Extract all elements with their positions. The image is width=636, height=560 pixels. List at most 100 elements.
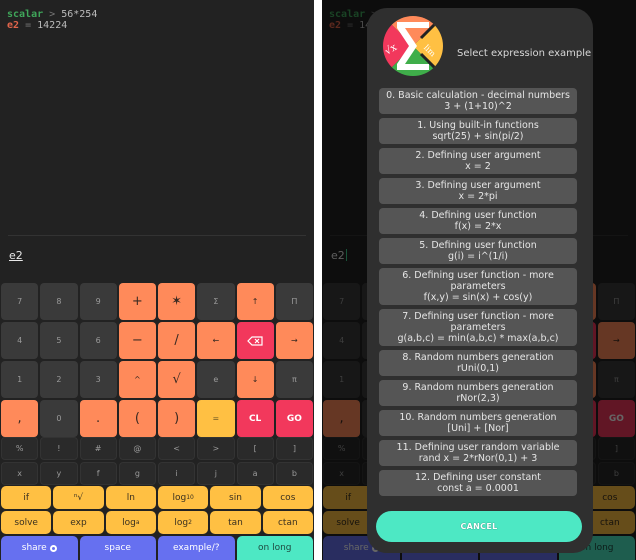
- key-comma[interactable]: ,: [1, 400, 39, 437]
- key-4[interactable]: 4: [1, 322, 39, 359]
- function-label: exp: [70, 517, 87, 528]
- key-minus[interactable]: −: [118, 322, 156, 359]
- key-right[interactable]: →: [275, 322, 313, 359]
- function-label: tan: [228, 517, 243, 528]
- key-9[interactable]: 9: [79, 283, 117, 320]
- key-rparen[interactable]: ): [158, 400, 196, 437]
- key-3[interactable]: 3: [79, 361, 117, 398]
- key-8[interactable]: 8: [40, 283, 78, 320]
- symbol-key[interactable]: ]: [275, 437, 313, 460]
- example-item[interactable]: 1. Using built-in functions sqrt(25) + si…: [379, 118, 577, 144]
- example-item[interactable]: 3. Defining user argument x = 2*pi: [379, 178, 577, 204]
- key-dot[interactable]: .: [79, 400, 117, 437]
- share-icon: [49, 544, 57, 552]
- symbol-key[interactable]: >: [197, 437, 235, 460]
- example-item[interactable]: 0. Basic calculation - decimal numbers 3 …: [379, 88, 577, 114]
- example-title: 1. Using built-in functions: [417, 120, 539, 131]
- key-plus[interactable]: +: [118, 283, 156, 320]
- example-item[interactable]: 11. Defining user random variable rand x …: [379, 440, 577, 466]
- symbol-key[interactable]: i: [158, 462, 196, 485]
- key-pi[interactable]: π: [275, 361, 313, 398]
- symbol-key[interactable]: %: [1, 437, 39, 460]
- function-key-sin[interactable]: sin: [210, 486, 261, 509]
- symbol-key[interactable]: f: [79, 462, 117, 485]
- example-help-button[interactable]: example/?: [158, 536, 235, 560]
- example-item[interactable]: 2. Defining user argument x = 2: [379, 148, 577, 174]
- example-title: 5. Defining user function: [419, 240, 537, 251]
- example-expression: rUni(0,1): [456, 363, 500, 374]
- prompt-separator: >: [49, 9, 56, 20]
- cancel-button[interactable]: CANCEL: [376, 511, 582, 542]
- function-subscript: 10: [186, 494, 194, 501]
- function-key-tan[interactable]: tan: [210, 511, 261, 534]
- example-expression: [Uni] + [Nor]: [447, 423, 509, 434]
- example-expression: rNor(2,3): [456, 393, 500, 404]
- space-button[interactable]: space: [79, 536, 156, 560]
- symbol-key[interactable]: x: [1, 462, 39, 485]
- symbol-key[interactable]: @: [118, 437, 156, 460]
- key-lparen[interactable]: (: [118, 400, 156, 437]
- function-key-symbol[interactable]: ⁿ√: [53, 486, 104, 509]
- key-cl[interactable]: CL: [236, 400, 274, 437]
- key-2[interactable]: 2: [40, 361, 78, 398]
- function-key-exp[interactable]: exp: [53, 511, 104, 534]
- key-down[interactable]: ↓: [236, 361, 274, 398]
- example-expression: 3 + (1+10)^2: [444, 101, 512, 112]
- expression-input[interactable]: e2: [9, 249, 23, 262]
- symbol-key[interactable]: g: [118, 462, 156, 485]
- function-key-ctan[interactable]: ctan: [262, 511, 313, 534]
- example-item[interactable]: 6. Defining user function - more paramet…: [379, 268, 577, 305]
- example-item[interactable]: 10. Random numbers generation [Uni] + [No…: [379, 410, 577, 436]
- symbol-key[interactable]: j: [197, 462, 235, 485]
- function-key-loga[interactable]: loga: [105, 511, 156, 534]
- function-label: log: [172, 492, 187, 503]
- symbol-key[interactable]: a: [236, 462, 274, 485]
- example-item[interactable]: 5. Defining user function g(i) = i^(1/i): [379, 238, 577, 264]
- function-key-cos[interactable]: cos: [262, 486, 313, 509]
- function-key-log10[interactable]: log10: [157, 486, 209, 509]
- share-button[interactable]: share: [1, 536, 78, 560]
- backspace-key[interactable]: [236, 322, 274, 359]
- key-0[interactable]: 0: [40, 400, 78, 437]
- symbol-key[interactable]: <: [158, 437, 196, 460]
- key-product[interactable]: Π: [275, 283, 313, 320]
- symbol-key[interactable]: [: [236, 437, 274, 460]
- example-item[interactable]: 12. Defining user constant const a = 0.00…: [379, 470, 577, 496]
- key-sigma[interactable]: Σ: [197, 283, 235, 320]
- key-left[interactable]: ←: [197, 322, 235, 359]
- example-item[interactable]: 9. Random numbers generation rNor(2,3): [379, 380, 577, 406]
- function-subscript: a: [135, 519, 140, 526]
- function-key-if[interactable]: if: [1, 486, 52, 509]
- key-e[interactable]: e: [197, 361, 235, 398]
- example-dialog: √x lim Select expression example 0. Basi…: [367, 8, 593, 553]
- symbol-key[interactable]: #: [79, 437, 117, 460]
- key-divide[interactable]: /: [158, 322, 196, 359]
- key-6[interactable]: 6: [79, 322, 117, 359]
- symbol-key[interactable]: b: [275, 462, 313, 485]
- function-key-solve[interactable]: solve: [1, 511, 52, 534]
- key-multiply[interactable]: ✶: [158, 283, 196, 320]
- example-item[interactable]: 7. Defining user function - more paramet…: [379, 309, 577, 346]
- key-1[interactable]: 1: [1, 361, 39, 398]
- key-equals[interactable]: =: [197, 400, 235, 437]
- key-up[interactable]: ↑: [236, 283, 274, 320]
- example-item[interactable]: 4. Defining user function f(x) = 2*x: [379, 208, 577, 234]
- example-list[interactable]: 0. Basic calculation - decimal numbers 3 …: [379, 88, 577, 501]
- function-key-ln[interactable]: ln: [105, 486, 156, 509]
- key-power[interactable]: ^: [118, 361, 156, 398]
- key-5[interactable]: 5: [40, 322, 78, 359]
- function-label: ctan: [277, 517, 298, 528]
- function-key-log2[interactable]: log2: [157, 511, 209, 534]
- symbol-key[interactable]: y: [40, 462, 78, 485]
- app-logo-icon: √x lim: [383, 16, 443, 76]
- function-label: log: [122, 517, 136, 528]
- example-expression: const a = 0.0001: [437, 483, 519, 494]
- key-7[interactable]: 7: [1, 283, 39, 320]
- console-line-result: e2 = 14224: [7, 20, 97, 31]
- example-item[interactable]: 8. Random numbers generation rUni(0,1): [379, 350, 577, 376]
- key-go[interactable]: GO: [275, 400, 313, 437]
- example-expression: sqrt(25) + sin(pi/2): [432, 131, 524, 142]
- on-long-button[interactable]: on long: [236, 536, 313, 560]
- symbol-key[interactable]: !: [40, 437, 78, 460]
- key-sqrt[interactable]: √: [158, 361, 196, 398]
